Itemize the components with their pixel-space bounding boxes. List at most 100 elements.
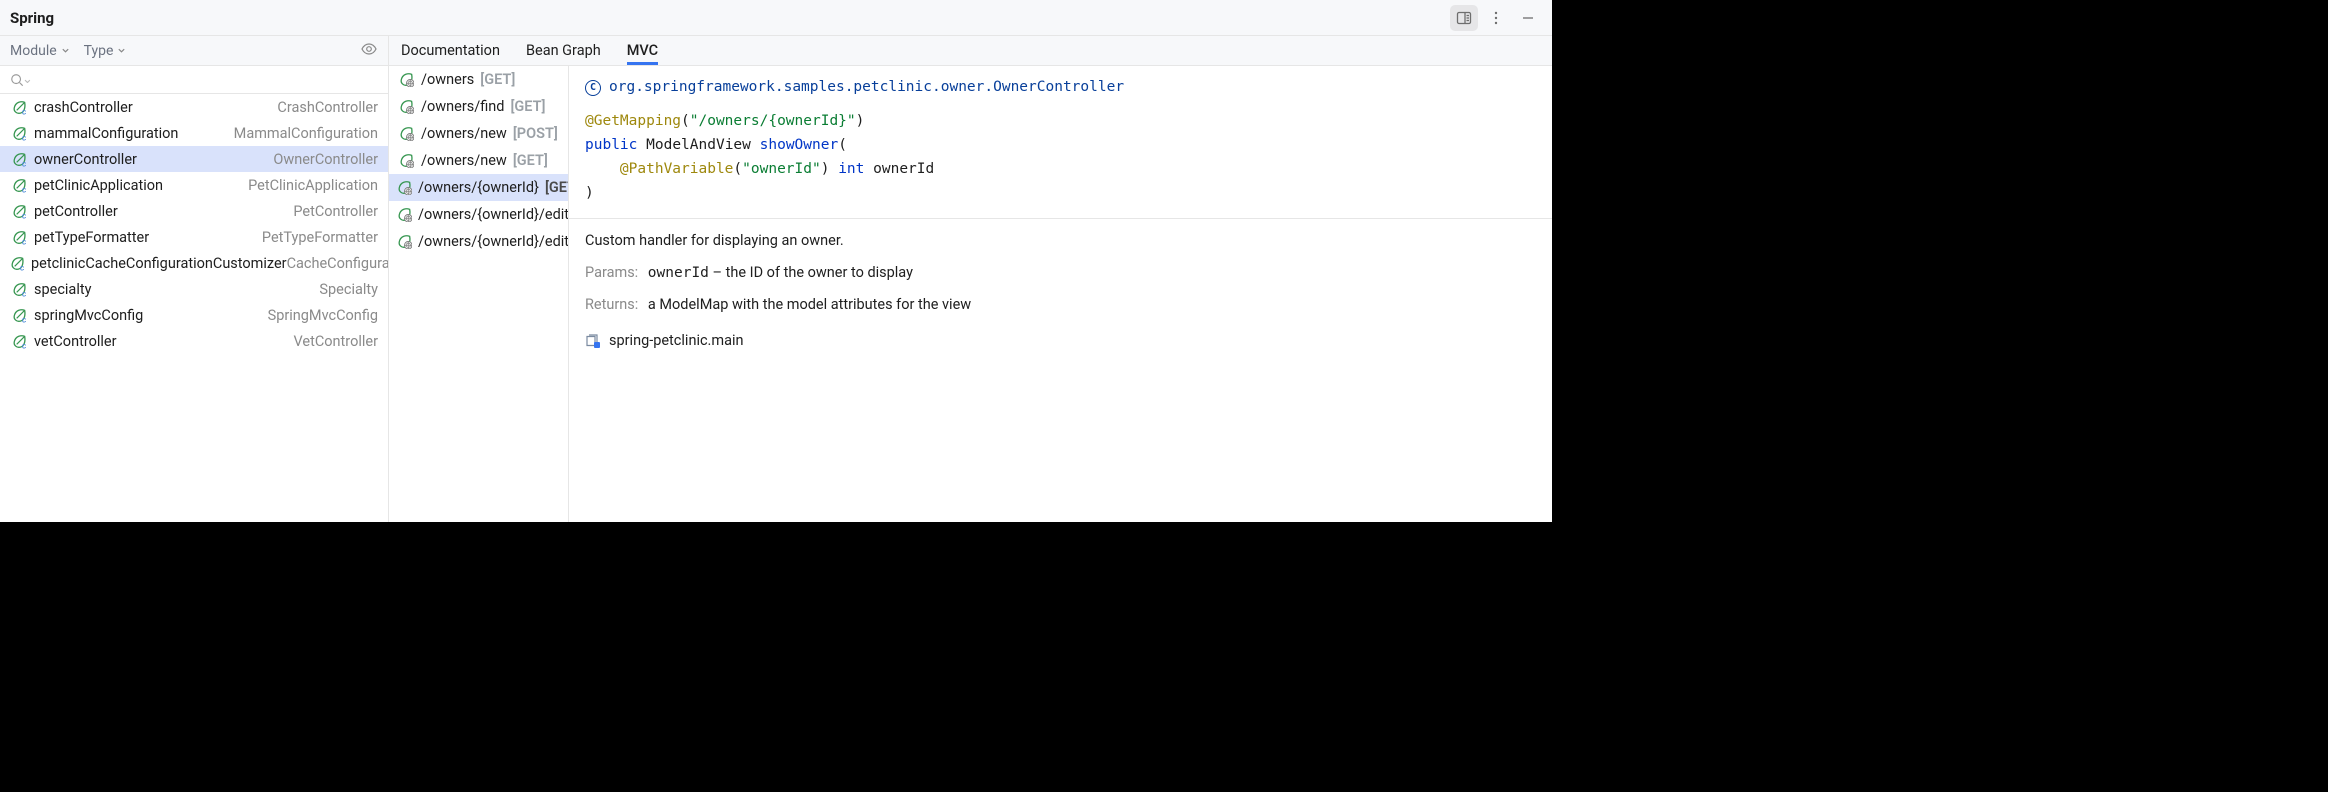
- web-endpoint-icon: [397, 234, 412, 249]
- bean-name: springMvcConfig: [34, 307, 143, 324]
- tab-mvc[interactable]: MVC: [627, 36, 658, 65]
- bean-icon: C: [10, 230, 28, 245]
- bean-icon: C: [10, 204, 28, 219]
- module-filter[interactable]: Module: [10, 43, 70, 59]
- chevron-down-icon: [61, 43, 70, 59]
- details-toggle-button[interactable]: [1450, 5, 1478, 31]
- svg-text:C: C: [21, 342, 26, 348]
- endpoint-method: [GET]: [510, 98, 545, 115]
- panel-layout-icon: [1456, 10, 1472, 26]
- bean-type: CacheConfiguration: [287, 255, 388, 272]
- endpoint-row[interactable]: /owners/{ownerId} [GET]: [389, 174, 568, 201]
- bean-name: petTypeFormatter: [34, 229, 149, 246]
- tab-bean-graph[interactable]: Bean Graph: [526, 36, 601, 65]
- module-icon: [585, 333, 601, 349]
- endpoint-method: [POST]: [513, 125, 558, 142]
- bean-row[interactable]: CpetclinicCacheConfigurationCustomizerCa…: [0, 250, 388, 276]
- title-bar: Spring: [0, 0, 1552, 36]
- module-row[interactable]: spring-petclinic.main: [585, 329, 1536, 353]
- detail-tabs: Documentation Bean Graph MVC: [389, 36, 1552, 66]
- endpoint-row[interactable]: /owners/find[GET]: [389, 93, 568, 120]
- bean-list[interactable]: CcrashController CrashController CmammalCo…: [0, 94, 388, 522]
- endpoint-path: /owners/{ownerId}: [418, 179, 539, 196]
- web-endpoint-icon: [397, 207, 412, 222]
- bean-icon: C: [10, 256, 25, 271]
- endpoint-row[interactable]: /owners [GET]: [389, 66, 568, 93]
- bean-name: mammalConfiguration: [34, 125, 178, 142]
- bean-row[interactable]: CspringMvcConfigSpringMvcConfig: [0, 302, 388, 328]
- bean-row[interactable]: CvetController VetController: [0, 328, 388, 354]
- bean-name: petClinicApplication: [34, 177, 163, 194]
- bean-icon: C: [10, 282, 28, 297]
- endpoint-row[interactable]: /owners/new [GET]: [389, 147, 568, 174]
- bean-type: CrashController: [277, 99, 378, 116]
- web-endpoint-icon: [397, 99, 415, 114]
- bean-icon: C: [10, 308, 28, 323]
- svg-text:C: C: [21, 316, 26, 322]
- endpoint-path: /owners: [421, 71, 474, 88]
- endpoint-path: /owners/new: [421, 152, 507, 169]
- panel-title: Spring: [10, 9, 54, 27]
- endpoint-row[interactable]: /owners/new[POST]: [389, 120, 568, 147]
- endpoint-method: [GET]: [545, 179, 568, 196]
- search-row[interactable]: ⌄: [0, 66, 388, 94]
- endpoint-method: [GET]: [513, 152, 548, 169]
- class-header[interactable]: C org.springframework.samples.petclinic.…: [585, 76, 1536, 100]
- endpoint-path: /owners/{ownerId}/edit: [418, 233, 568, 250]
- bean-row[interactable]: CpetController PetController: [0, 198, 388, 224]
- class-fqcn: org.springframework.samples.petclinic.ow…: [609, 76, 1124, 100]
- svg-text:C: C: [21, 108, 26, 114]
- params-row: Params: ownerId – the ID of the owner to…: [585, 261, 1536, 286]
- web-endpoint-icon: [397, 153, 415, 168]
- bean-name: specialty: [34, 281, 91, 298]
- bean-row[interactable]: Cspecialty Specialty: [0, 276, 388, 302]
- svg-text:C: C: [21, 238, 26, 244]
- bean-row[interactable]: CmammalConfiguration MammalConfiguration: [0, 120, 388, 146]
- method-signature: @GetMapping("/owners/{ownerId}") public …: [585, 110, 1536, 206]
- web-endpoint-icon: [397, 126, 415, 141]
- svg-text:C: C: [21, 212, 26, 218]
- bean-icon: C: [10, 126, 28, 141]
- type-filter-label: Type: [84, 43, 114, 59]
- visibility-options-button[interactable]: [360, 40, 378, 62]
- bean-type: PetClinicApplication: [248, 177, 378, 194]
- module-filter-label: Module: [10, 43, 57, 59]
- bean-name: crashController: [34, 99, 133, 116]
- bean-row[interactable]: CownerControllerOwnerController: [0, 146, 388, 172]
- bean-icon: C: [10, 178, 28, 193]
- bean-row[interactable]: CpetTypeFormatter PetTypeFormatter: [0, 224, 388, 250]
- tab-documentation[interactable]: Documentation: [401, 36, 500, 65]
- type-filter[interactable]: Type: [84, 43, 127, 59]
- more-menu-button[interactable]: [1482, 5, 1510, 31]
- minimize-button[interactable]: [1514, 5, 1542, 31]
- bean-name: ownerController: [34, 151, 137, 168]
- returns-row: Returns: a ModelMap with the model attri…: [585, 293, 1536, 317]
- endpoint-method: [GET]: [480, 71, 515, 88]
- bean-row[interactable]: CcrashController CrashController: [0, 94, 388, 120]
- web-endpoint-icon: [397, 180, 412, 195]
- bean-row[interactable]: CpetClinicApplication PetClinicApplicatio…: [0, 172, 388, 198]
- endpoint-path: /owners/{ownerId}/edit: [418, 206, 568, 223]
- bean-icon: C: [10, 334, 28, 349]
- svg-text:C: C: [21, 160, 26, 166]
- chevron-down-icon: [117, 43, 126, 59]
- endpoint-list[interactable]: /owners[GET]/owners/find[GET]/owners/new…: [389, 66, 568, 522]
- bean-name: vetController: [34, 333, 117, 350]
- endpoint-row[interactable]: /owners/{ownerId}/edit[GET]: [389, 228, 568, 255]
- more-vertical-icon: [1488, 10, 1504, 26]
- module-name: spring-petclinic.main: [609, 329, 744, 353]
- bean-name: petController: [34, 203, 118, 220]
- bean-type: MammalConfiguration: [234, 125, 378, 142]
- endpoint-row[interactable]: /owners/{ownerId}/edit[POST]: [389, 201, 568, 228]
- bean-type: PetTypeFormatter: [262, 229, 378, 246]
- minimize-icon: [1520, 10, 1536, 26]
- svg-text:C: C: [20, 264, 25, 270]
- class-icon: C: [585, 80, 601, 96]
- web-endpoint-icon: [397, 72, 415, 87]
- bean-type: Specialty: [319, 281, 378, 298]
- details-panel: C org.springframework.samples.petclinic.…: [569, 66, 1552, 522]
- eye-icon: [360, 40, 378, 58]
- bean-type: VetController: [293, 333, 378, 350]
- bean-type: PetController: [293, 203, 378, 220]
- svg-text:C: C: [21, 290, 26, 296]
